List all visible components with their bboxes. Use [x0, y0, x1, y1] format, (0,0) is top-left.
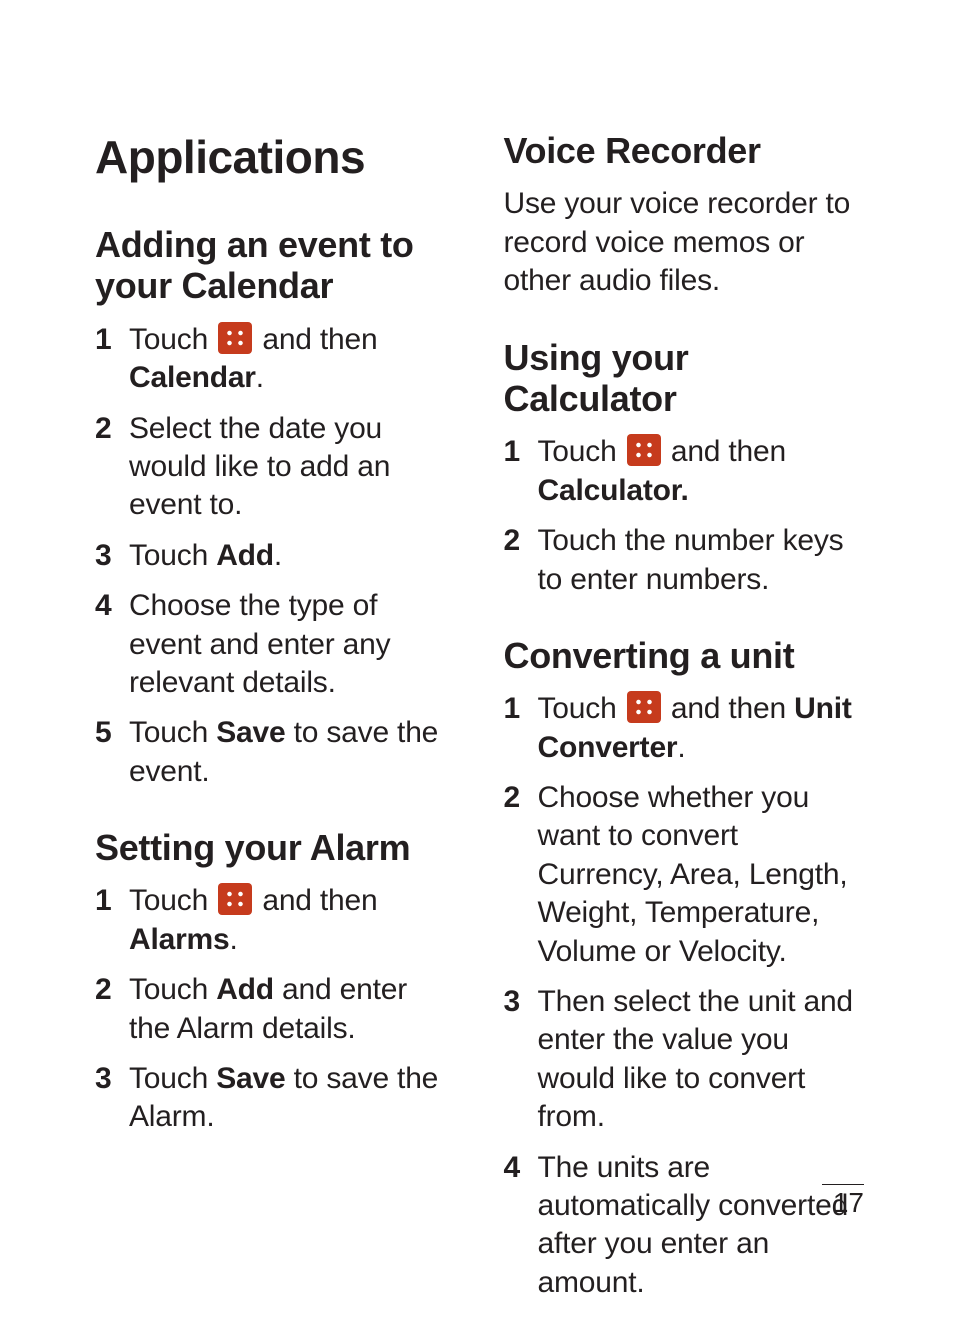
heading: Adding an event to your Calendar [95, 224, 456, 307]
section-alarm: Setting your Alarm Touch and then Alarms… [95, 827, 456, 1137]
right-column: Voice Recorder Use your voice recorder t… [504, 130, 865, 1338]
step: Then select the unit and enter the value… [504, 983, 865, 1137]
step: Touch and then Calendar. [95, 321, 456, 398]
apps-icon [627, 691, 661, 723]
step: Touch and then Calculator. [504, 433, 865, 510]
step: Touch Save to save the Alarm. [95, 1060, 456, 1137]
step: Select the date you would like to add an… [95, 410, 456, 525]
steps-list: Touch and then Alarms. Touch Add and ent… [95, 882, 456, 1136]
step: Touch and then Alarms. [95, 882, 456, 959]
step: Touch and then Unit Converter. [504, 690, 865, 767]
heading: Voice Recorder [504, 130, 865, 171]
section-unit-converter: Converting a unit Touch and then Unit Co… [504, 635, 865, 1302]
steps-list: Touch and then Calendar. Select the date… [95, 321, 456, 791]
section-voice-recorder: Voice Recorder Use your voice recorder t… [504, 130, 865, 301]
left-column: Applications Adding an event to your Cal… [95, 130, 456, 1338]
heading: Setting your Alarm [95, 827, 456, 868]
apps-icon [218, 883, 252, 915]
section-calendar: Adding an event to your Calendar Touch a… [95, 224, 456, 791]
step: The units are automatically converted af… [504, 1149, 865, 1303]
section-calculator: Using your Calculator Touch and then Cal… [504, 337, 865, 599]
step: Touch Add. [95, 537, 456, 575]
step: Touch Save to save the event. [95, 714, 456, 791]
steps-list: Touch and then Unit Converter. Choose wh… [504, 690, 865, 1302]
heading: Using your Calculator [504, 337, 865, 420]
heading: Converting a unit [504, 635, 865, 676]
page-content: Applications Adding an event to your Cal… [0, 0, 954, 1338]
step: Choose whether you want to convert Curre… [504, 779, 865, 971]
step: Touch the number keys to enter numbers. [504, 522, 865, 599]
steps-list: Touch and then Calculator. Touch the num… [504, 433, 865, 599]
step: Choose the type of event and enter any r… [95, 587, 456, 702]
step: Touch Add and enter the Alarm details. [95, 971, 456, 1048]
page-number: 17 [822, 1184, 864, 1219]
apps-icon [218, 322, 252, 354]
page-title: Applications [95, 130, 456, 184]
body-text: Use your voice recorder to record voice … [504, 185, 865, 300]
apps-icon [627, 434, 661, 466]
